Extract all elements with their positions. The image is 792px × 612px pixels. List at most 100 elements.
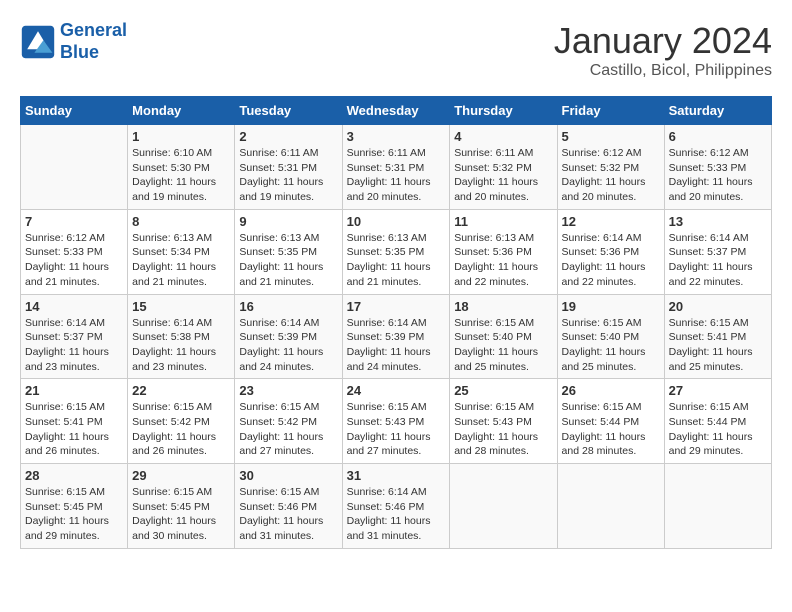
day-info: Sunrise: 6:11 AMSunset: 5:31 PMDaylight:…	[239, 146, 337, 205]
day-info: Sunrise: 6:13 AMSunset: 5:35 PMDaylight:…	[239, 231, 337, 290]
day-cell: 6 Sunrise: 6:12 AMSunset: 5:33 PMDaylight…	[664, 125, 771, 210]
day-number: 12	[562, 214, 660, 229]
day-number: 2	[239, 129, 337, 144]
title-block: January 2024 Castillo, Bicol, Philippine…	[554, 20, 772, 80]
day-info: Sunrise: 6:12 AMSunset: 5:32 PMDaylight:…	[562, 146, 660, 205]
header-monday: Monday	[128, 97, 235, 125]
day-number: 29	[132, 468, 230, 483]
day-cell: 21Sunrise: 6:15 AMSunset: 5:41 PMDayligh…	[21, 379, 128, 464]
day-number: 6	[669, 129, 767, 144]
page-header: General Blue January 2024 Castillo, Bico…	[20, 20, 772, 80]
day-number: 7	[25, 214, 123, 229]
day-number: 11	[454, 214, 552, 229]
day-info: Sunrise: 6:15 AMSunset: 5:44 PMDaylight:…	[669, 400, 767, 459]
day-cell: 23 Sunrise: 6:15 AMSunset: 5:42 PMDayligh…	[235, 379, 342, 464]
week-row-2: 7 Sunrise: 6:12 AMSunset: 5:33 PMDaylight…	[21, 209, 772, 294]
day-info: Sunrise: 6:15 AMSunset: 5:42 PMDaylight:…	[239, 400, 337, 459]
day-cell: 1 Sunrise: 6:10 AMSunset: 5:30 PMDaylight…	[128, 125, 235, 210]
day-cell: 13 Sunrise: 6:14 AMSunset: 5:37 PMDayligh…	[664, 209, 771, 294]
day-info: Sunrise: 6:14 AMSunset: 5:37 PMDaylight:…	[669, 231, 767, 290]
day-info: Sunrise: 6:15 AMSunset: 5:44 PMDaylight:…	[562, 400, 660, 459]
day-cell: 30 Sunrise: 6:15 AMSunset: 5:46 PMDayligh…	[235, 464, 342, 549]
location-subtitle: Castillo, Bicol, Philippines	[554, 62, 772, 80]
day-cell	[557, 464, 664, 549]
day-number: 27	[669, 383, 767, 398]
day-number: 3	[347, 129, 446, 144]
day-cell	[21, 125, 128, 210]
header-row: SundayMondayTuesdayWednesdayThursdayFrid…	[21, 97, 772, 125]
day-cell: 28 Sunrise: 6:15 AMSunset: 5:45 PMDayligh…	[21, 464, 128, 549]
day-info: Sunrise: 6:14 AMSunset: 5:38 PMDaylight:…	[132, 316, 230, 375]
day-cell: 5 Sunrise: 6:12 AMSunset: 5:32 PMDaylight…	[557, 125, 664, 210]
day-cell: 9 Sunrise: 6:13 AMSunset: 5:35 PMDaylight…	[235, 209, 342, 294]
calendar-table: SundayMondayTuesdayWednesdayThursdayFrid…	[20, 96, 772, 549]
day-cell: 19Sunrise: 6:15 AMSunset: 5:40 PMDayligh…	[557, 294, 664, 379]
day-info: Sunrise: 6:12 AMSunset: 5:33 PMDaylight:…	[25, 231, 123, 290]
day-number: 5	[562, 129, 660, 144]
week-row-5: 28 Sunrise: 6:15 AMSunset: 5:45 PMDayligh…	[21, 464, 772, 549]
day-number: 28	[25, 468, 123, 483]
day-number: 16	[239, 299, 337, 314]
day-number: 25	[454, 383, 552, 398]
day-cell: 31Sunrise: 6:14 AMSunset: 5:46 PMDayligh…	[342, 464, 450, 549]
day-info: Sunrise: 6:14 AMSunset: 5:39 PMDaylight:…	[239, 316, 337, 375]
day-info: Sunrise: 6:14 AMSunset: 5:46 PMDaylight:…	[347, 485, 446, 544]
day-number: 19	[562, 299, 660, 314]
day-number: 26	[562, 383, 660, 398]
day-cell: 8 Sunrise: 6:13 AMSunset: 5:34 PMDaylight…	[128, 209, 235, 294]
week-row-3: 14Sunrise: 6:14 AMSunset: 5:37 PMDayligh…	[21, 294, 772, 379]
day-number: 10	[347, 214, 446, 229]
header-friday: Friday	[557, 97, 664, 125]
header-wednesday: Wednesday	[342, 97, 450, 125]
day-info: Sunrise: 6:11 AMSunset: 5:32 PMDaylight:…	[454, 146, 552, 205]
day-number: 9	[239, 214, 337, 229]
logo-line1: General	[60, 20, 127, 40]
week-row-4: 21Sunrise: 6:15 AMSunset: 5:41 PMDayligh…	[21, 379, 772, 464]
logo: General Blue	[20, 20, 127, 63]
day-number: 13	[669, 214, 767, 229]
day-info: Sunrise: 6:12 AMSunset: 5:33 PMDaylight:…	[669, 146, 767, 205]
day-info: Sunrise: 6:15 AMSunset: 5:45 PMDaylight:…	[132, 485, 230, 544]
logo-text: General Blue	[60, 20, 127, 63]
day-info: Sunrise: 6:15 AMSunset: 5:43 PMDaylight:…	[347, 400, 446, 459]
day-number: 18	[454, 299, 552, 314]
day-info: Sunrise: 6:15 AMSunset: 5:41 PMDaylight:…	[669, 316, 767, 375]
day-number: 21	[25, 383, 123, 398]
header-saturday: Saturday	[664, 97, 771, 125]
day-number: 4	[454, 129, 552, 144]
day-info: Sunrise: 6:15 AMSunset: 5:45 PMDaylight:…	[25, 485, 123, 544]
day-number: 17	[347, 299, 446, 314]
day-cell: 4 Sunrise: 6:11 AMSunset: 5:32 PMDaylight…	[450, 125, 557, 210]
day-info: Sunrise: 6:10 AMSunset: 5:30 PMDaylight:…	[132, 146, 230, 205]
day-cell: 22 Sunrise: 6:15 AMSunset: 5:42 PMDayligh…	[128, 379, 235, 464]
week-row-1: 1 Sunrise: 6:10 AMSunset: 5:30 PMDaylight…	[21, 125, 772, 210]
day-number: 23	[239, 383, 337, 398]
day-cell: 16 Sunrise: 6:14 AMSunset: 5:39 PMDayligh…	[235, 294, 342, 379]
day-info: Sunrise: 6:15 AMSunset: 5:46 PMDaylight:…	[239, 485, 337, 544]
day-info: Sunrise: 6:15 AMSunset: 5:40 PMDaylight:…	[454, 316, 552, 375]
day-info: Sunrise: 6:14 AMSunset: 5:39 PMDaylight:…	[347, 316, 446, 375]
day-number: 20	[669, 299, 767, 314]
day-cell	[664, 464, 771, 549]
day-number: 22	[132, 383, 230, 398]
day-cell: 11Sunrise: 6:13 AMSunset: 5:36 PMDayligh…	[450, 209, 557, 294]
day-info: Sunrise: 6:13 AMSunset: 5:34 PMDaylight:…	[132, 231, 230, 290]
logo-line2: Blue	[60, 42, 99, 62]
day-info: Sunrise: 6:11 AMSunset: 5:31 PMDaylight:…	[347, 146, 446, 205]
header-tuesday: Tuesday	[235, 97, 342, 125]
day-cell: 7 Sunrise: 6:12 AMSunset: 5:33 PMDaylight…	[21, 209, 128, 294]
day-cell: 17 Sunrise: 6:14 AMSunset: 5:39 PMDayligh…	[342, 294, 450, 379]
day-info: Sunrise: 6:15 AMSunset: 5:43 PMDaylight:…	[454, 400, 552, 459]
day-info: Sunrise: 6:14 AMSunset: 5:37 PMDaylight:…	[25, 316, 123, 375]
day-cell: 25 Sunrise: 6:15 AMSunset: 5:43 PMDayligh…	[450, 379, 557, 464]
day-cell: 2 Sunrise: 6:11 AMSunset: 5:31 PMDaylight…	[235, 125, 342, 210]
day-cell: 29 Sunrise: 6:15 AMSunset: 5:45 PMDayligh…	[128, 464, 235, 549]
day-info: Sunrise: 6:15 AMSunset: 5:42 PMDaylight:…	[132, 400, 230, 459]
day-number: 30	[239, 468, 337, 483]
month-title: January 2024	[554, 20, 772, 62]
day-number: 1	[132, 129, 230, 144]
day-info: Sunrise: 6:13 AMSunset: 5:35 PMDaylight:…	[347, 231, 446, 290]
logo-icon	[20, 24, 56, 60]
day-cell: 20 Sunrise: 6:15 AMSunset: 5:41 PMDayligh…	[664, 294, 771, 379]
day-number: 8	[132, 214, 230, 229]
